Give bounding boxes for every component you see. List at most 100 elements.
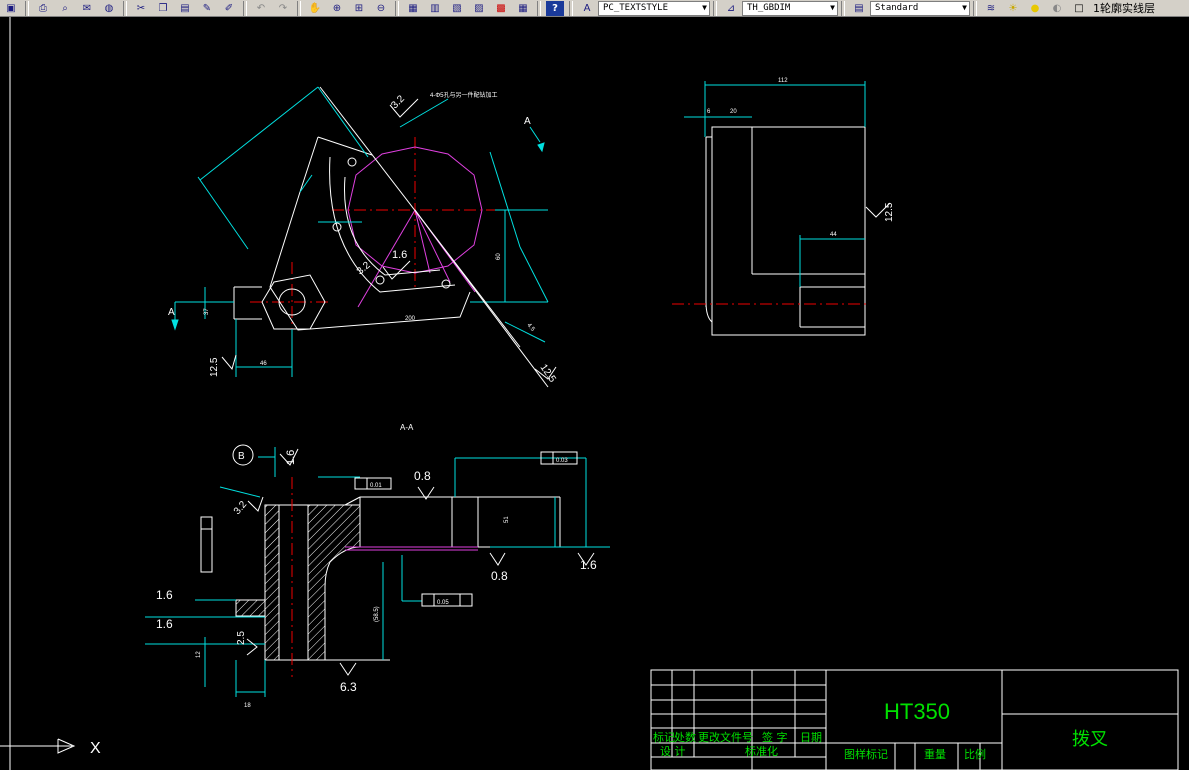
zoom-window-icon[interactable]: ⊞ [350,1,368,16]
zoom-previous-icon[interactable]: ⊖ [372,1,390,16]
sheet-set-icon[interactable]: ▨ [470,1,488,16]
title-block-cell: 重量 [924,747,946,761]
toolbar-separator [537,0,541,16]
dimension-text: 6 [707,109,711,115]
cut-icon[interactable]: ✂ [132,1,150,16]
standard-toolbar: ▣ ⎙ ⌕ ✉ ◍ ✂ ❐ ▤ ✎ ✐ ↶ ↷ ✋ ⊕ ⊞ ⊖ ▦ ▥ ▧ ▨ … [0,0,576,17]
match-properties-icon[interactable]: ✎ [198,1,216,16]
lightbulb-icon[interactable]: ☀ [1004,1,1022,16]
roughness-label: 1.6 [580,558,597,572]
title-block-cell: 标准化 [745,744,778,758]
paste-icon[interactable]: ▤ [176,1,194,16]
roughness-label: 3.2 [232,499,250,517]
dimension-text: 112 [778,78,788,84]
model-space-canvas[interactable]: 4-Φ5孔与另一件配钻加工 3.2 1.6 3.2 12.5 12.5 37 4… [0,17,1189,770]
tolerance-value: 0.05 [437,600,449,606]
table-style-value: Standard [875,3,919,13]
title-block-cell: 设 计 [660,745,686,758]
title-block-text: HT350 拨叉 标记 处数 更改文件号 签 字 日期 设 计 标准化 图样标记… [653,699,1108,761]
roughness-label: 3.2 [389,93,407,111]
toolbar-separator [25,0,29,16]
section-title: A-A [400,423,414,432]
layers-toolbar: ≋ ☀ ● ◐ □ 1轮廓实线层 [980,0,1155,17]
title-block-cell: 图样标记 [844,747,888,761]
title-block-cell: 更改文件号 [698,730,753,744]
text-style-icon[interactable]: A [578,1,596,16]
zoom-realtime-icon[interactable]: ⊕ [328,1,346,16]
dimension-text: 51 [504,516,510,523]
properties-icon[interactable]: ▦ [404,1,422,16]
toolbar-separator [569,0,573,16]
preview-icon[interactable]: ⌕ [56,1,74,16]
print-icon[interactable]: ⎙ [34,1,52,16]
layer-manager-icon[interactable]: ≋ [982,1,1000,16]
table-style-select[interactable]: Standard ▼ [870,0,970,16]
save-icon[interactable]: ▣ [2,1,20,16]
roughness-label: 1.6 [285,450,297,465]
front-view-note: 4-Φ5孔与另一件配钻加工 [430,91,497,99]
markup-icon[interactable]: ▩ [492,1,510,16]
chevron-down-icon: ▼ [702,2,707,12]
color-square-icon[interactable]: □ [1070,1,1088,16]
front-view: 4-Φ5孔与另一件配钻加工 3.2 1.6 3.2 12.5 12.5 37 4… [168,86,558,388]
tolerance-value: 0.01 [370,483,382,489]
dim-style-value: TH_GBDIM [747,3,791,13]
table-style-icon[interactable]: ▤ [850,1,868,16]
roughness-label: 0.8 [491,569,508,583]
title-block-cell: 比例 [964,747,986,761]
roughness-label: 6.3 [340,680,357,694]
tolerance-value: 0.03 [556,458,568,464]
dimension-text: (58.5) [374,606,380,622]
chevron-down-icon: ▼ [830,2,835,12]
calculator-icon[interactable]: ▦ [514,1,532,16]
ucs-axis-label: X [90,740,101,757]
dimension-text: 20 [730,109,737,115]
dimension-text: 60 [496,253,502,260]
roughness-label: 0.8 [414,469,431,483]
tool-palettes-icon[interactable]: ▧ [448,1,466,16]
dimension-text: 44 [830,232,837,238]
sun-icon[interactable]: ● [1026,1,1044,16]
dimension-text: 4.5 [525,322,535,333]
globe-icon[interactable]: ◍ [100,1,118,16]
text-style-value: PC_TEXTSTYLE [603,3,669,13]
lock-icon[interactable]: ◐ [1048,1,1066,16]
toolbar-separator [973,0,977,16]
title-block-cell: 签 字 [762,730,788,744]
dimension-text: 46 [260,361,267,367]
styles-toolbar: A PC_TEXTSTYLE ▼ ⊿ TH_GBDIM ▼ ▤ Standard ▼ [576,0,980,17]
toolbar-separator [841,0,845,16]
title-block-cell: 标记 [653,730,675,744]
help-icon[interactable]: ? [546,0,564,16]
undo-icon[interactable]: ↶ [252,1,270,16]
roughness-label: 1.6 [392,249,407,261]
redo-icon[interactable]: ↷ [274,1,292,16]
side-view: 112 20 6 44 12.5 [672,78,895,336]
brush-icon[interactable]: ✐ [220,1,238,16]
section-view: A-A B 1.6 0.8 0.8 1.6 6.3 1.6 1.6 2.5 3.… [145,423,610,709]
publish-icon[interactable]: ✉ [78,1,96,16]
dimension-text: 37 [204,308,210,315]
roughness-label: 12.5 [884,202,895,222]
roughness-label: 1.6 [156,617,173,631]
dim-style-icon[interactable]: ⊿ [722,1,740,16]
pan-icon[interactable]: ✋ [306,1,324,16]
toolbar-separator [395,0,399,16]
toolbar-separator [713,0,717,16]
toolbar-separator [243,0,247,16]
dim-style-select[interactable]: TH_GBDIM ▼ [742,0,838,16]
toolbar-separator [297,0,301,16]
dimension-text: 18 [244,703,251,709]
roughness-label: 12.5 [209,357,220,377]
dimension-text: 200 [405,316,416,322]
datum-label: B [238,451,245,462]
material-text: HT350 [884,699,950,724]
title-block-cell: 处数 [674,731,696,744]
current-layer[interactable]: 1轮廓实线层 [1093,0,1155,16]
design-center-icon[interactable]: ▥ [426,1,444,16]
copy-icon[interactable]: ❐ [154,1,172,16]
part-name-text: 拨叉 [1072,729,1108,749]
dimension-text: 12 [196,651,202,658]
roughness-label: 1.6 [156,588,173,602]
text-style-select[interactable]: PC_TEXTSTYLE ▼ [598,0,710,16]
